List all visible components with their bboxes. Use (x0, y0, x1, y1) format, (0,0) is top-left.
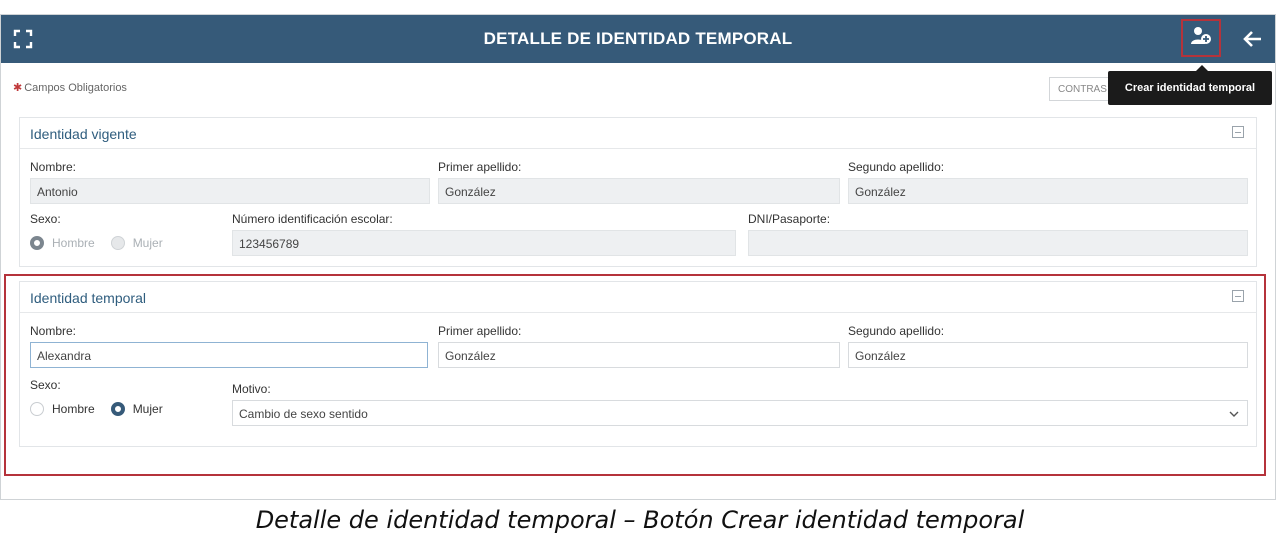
school-id-field: 123456789 (232, 230, 736, 256)
create-temporal-identity-button[interactable] (1181, 19, 1221, 57)
current-identity-panel: Identidad vigente Nombre: Antonio Primer… (19, 117, 1257, 267)
school-id-label: Número identificación escolar: (232, 212, 393, 226)
radio-mujer-label: Mujer (132, 236, 163, 250)
page-title: DETALLE DE IDENTIDAD TEMPORAL (483, 29, 793, 48)
second-surname-label: Segundo apellido: (848, 160, 945, 174)
sex-radio-group: Hombre Mujer (30, 236, 179, 250)
figure-caption: Detalle de identidad temporal – Botón Cr… (255, 506, 1025, 534)
top-bar: DETALLE DE IDENTIDAD TEMPORAL (1, 15, 1275, 63)
first-name-field: Antonio (30, 178, 430, 204)
required-star-icon: ✱ (13, 82, 23, 94)
collapse-icon[interactable] (1232, 126, 1244, 138)
highlight-frame (4, 274, 1266, 476)
dni-field (748, 230, 1248, 256)
second-surname-field: González (848, 178, 1248, 204)
first-name-label: Nombre: (30, 160, 77, 174)
user-plus-icon (1190, 26, 1212, 51)
radio-mujer (110, 236, 125, 250)
sex-label: Sexo: (30, 212, 61, 226)
required-fields-note: ✱ Campos Obligatorios (13, 82, 127, 94)
first-surname-label: Primer apellido: (438, 160, 522, 174)
radio-hombre-label: Hombre (52, 236, 95, 250)
radio-hombre (30, 236, 44, 250)
divider (20, 148, 1256, 149)
panel-title: Identidad vigente (30, 126, 137, 142)
arrow-left-icon[interactable] (1241, 27, 1265, 51)
first-surname-field: González (438, 178, 840, 204)
dni-label: DNI/Pasaporte: (748, 212, 831, 226)
create-identity-tooltip: Crear identidad temporal (1108, 65, 1272, 105)
